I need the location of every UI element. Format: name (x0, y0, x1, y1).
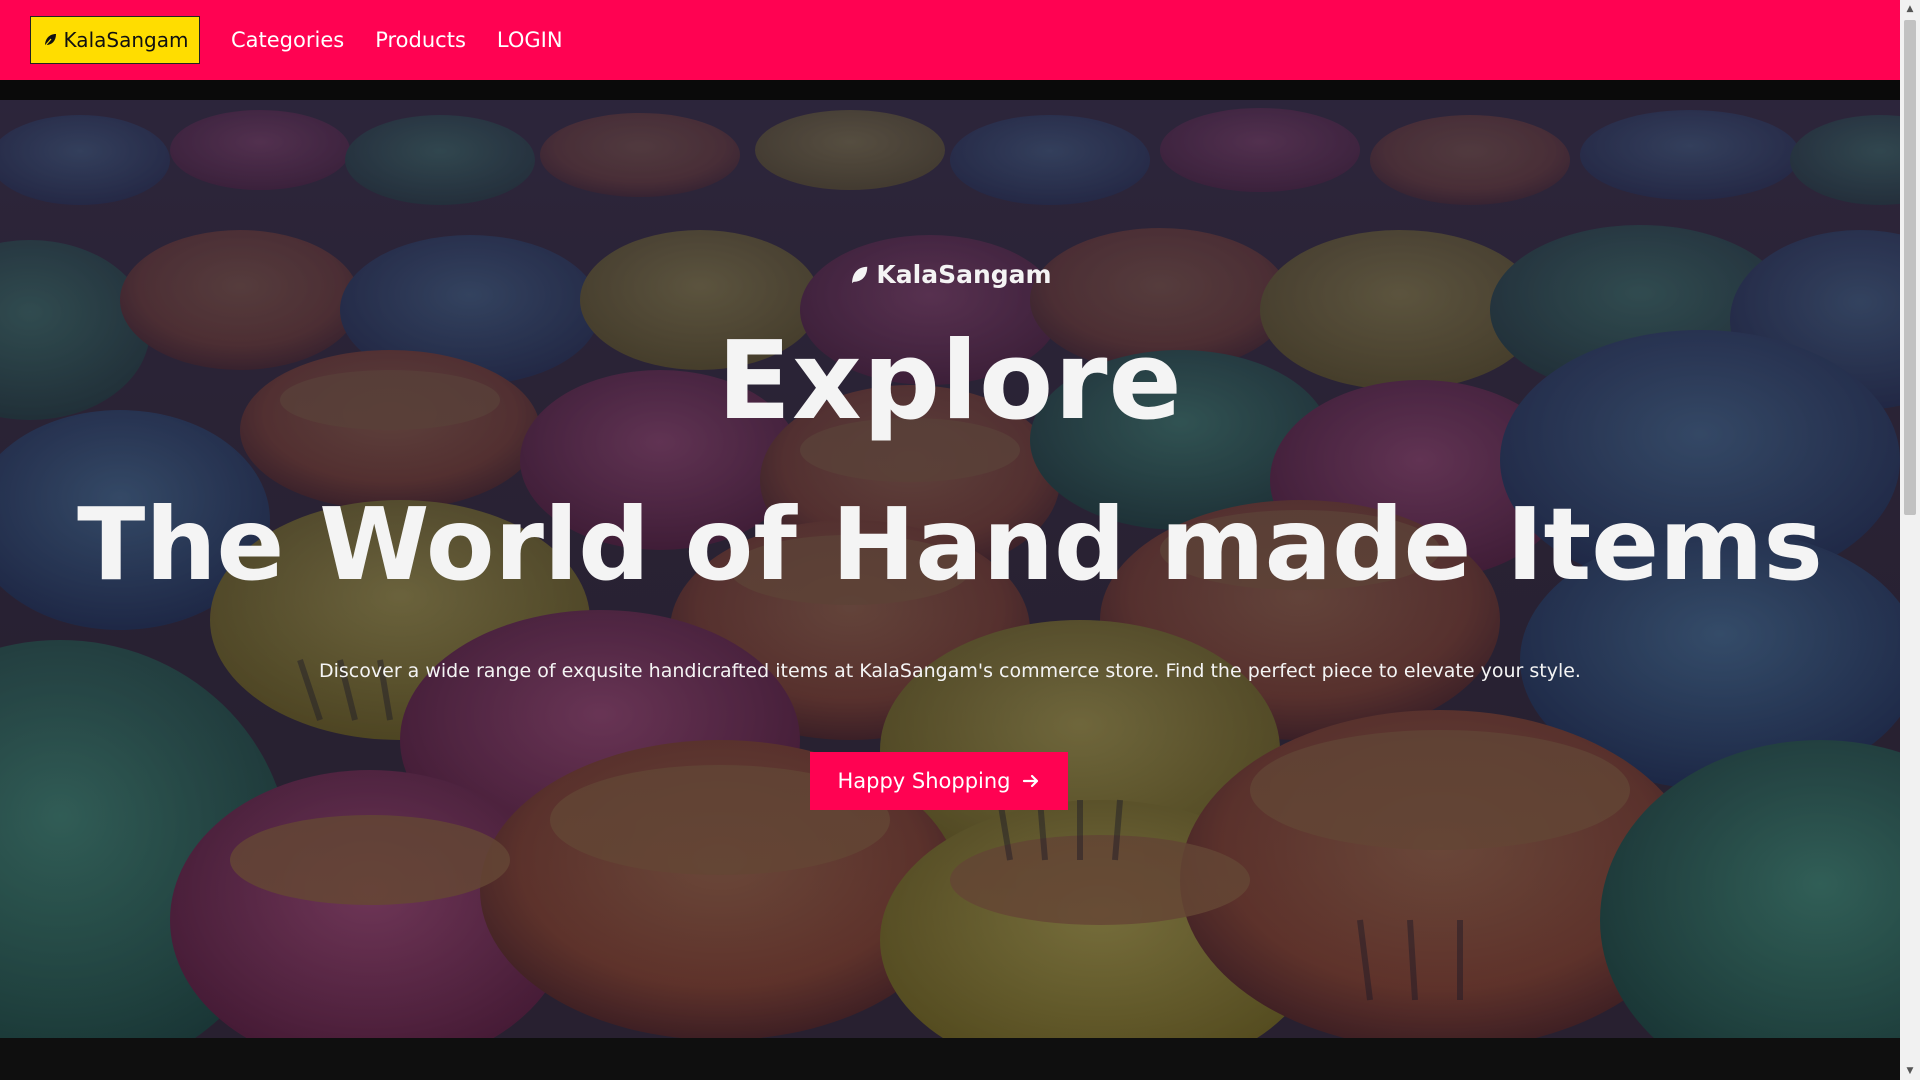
scroll-up-arrow-icon[interactable]: ▲ (1900, 0, 1920, 18)
hero-section: KalaSangam Explore The World of Hand mad… (0, 100, 1900, 1038)
hero-description: Discover a wide range of exqusite handic… (319, 660, 1581, 682)
nav-link-categories[interactable]: Categories (231, 28, 344, 52)
vertical-scrollbar[interactable]: ▲ ▼ (1900, 0, 1920, 1080)
page: KalaSangam Categories Products LOGIN Kal… (0, 0, 1900, 1080)
brand-label: KalaSangam (63, 28, 189, 52)
hero-brand-label: KalaSangam (876, 260, 1052, 289)
nav-link-login[interactable]: LOGIN (497, 28, 563, 52)
hero-headline-title: The World of Hand made Items (77, 486, 1823, 603)
hero-content: KalaSangam Explore The World of Hand mad… (0, 100, 1900, 1038)
scrollbar-thumb[interactable] (1904, 20, 1916, 515)
happy-shopping-button[interactable]: Happy Shopping (810, 752, 1068, 810)
navbar-divider (0, 80, 1900, 100)
navbar: KalaSangam Categories Products LOGIN (0, 0, 1900, 80)
leaf-icon (852, 266, 868, 283)
leaf-icon (44, 34, 56, 47)
scroll-down-arrow-icon[interactable]: ▼ (1900, 1062, 1920, 1080)
nav-link-products[interactable]: Products (375, 28, 466, 52)
footer-strip (0, 1038, 1900, 1080)
arrow-right-icon (1022, 774, 1038, 788)
happy-shopping-label: Happy Shopping (837, 769, 1011, 793)
brand-logo-button[interactable]: KalaSangam (30, 16, 200, 64)
hero-brand: KalaSangam (0, 260, 1900, 289)
hero-headline-explore: Explore (717, 319, 1183, 444)
